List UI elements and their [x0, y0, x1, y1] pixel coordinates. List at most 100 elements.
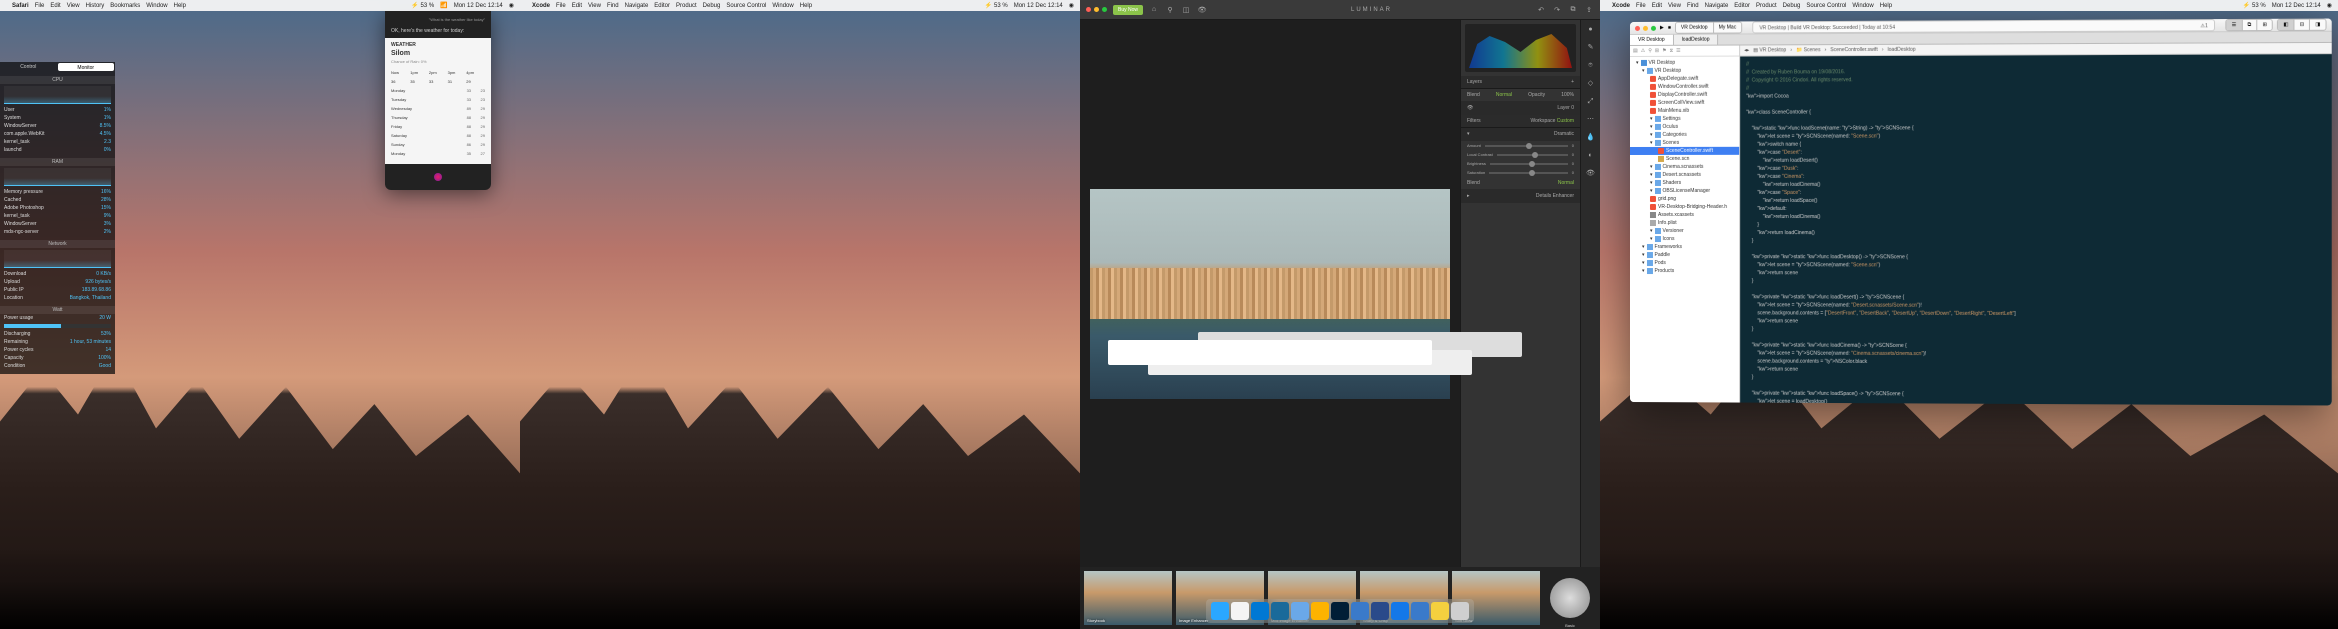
slider-Amount[interactable]: Amount0: [1461, 141, 1580, 150]
window-controls[interactable]: [1086, 7, 1107, 12]
tree-node[interactable]: Scene.scn: [1630, 155, 1739, 163]
blend-value[interactable]: Normal: [1496, 92, 1512, 98]
tree-node[interactable]: ▾ Icons: [1630, 235, 1739, 243]
menu-file[interactable]: File: [35, 3, 45, 9]
tool-spot[interactable]: ●: [1585, 24, 1597, 36]
slider-Local Contrast[interactable]: Local Contrast0: [1461, 150, 1580, 159]
tab-1[interactable]: loadDesktop: [1674, 35, 1719, 45]
siri-icon[interactable]: ◉: [509, 2, 514, 9]
tab-monitor[interactable]: Monitor: [58, 63, 115, 71]
share-icon[interactable]: ⇪: [1584, 5, 1594, 15]
dock-app-Mail[interactable]: [1411, 602, 1429, 620]
app-menu[interactable]: Xcode: [532, 3, 550, 9]
slider-Brightness[interactable]: Brightness0: [1461, 159, 1580, 168]
dock-app-Chrome[interactable]: [1231, 602, 1249, 620]
crop-icon[interactable]: ◫: [1181, 5, 1191, 15]
menu-help[interactable]: Help: [174, 3, 186, 9]
window-controls[interactable]: [1635, 25, 1656, 30]
menubar-safari[interactable]: Safari File Edit View History Bookmarks …: [0, 0, 520, 11]
app-menu[interactable]: Xcode: [1612, 3, 1630, 9]
menu-edit[interactable]: Edit: [50, 3, 60, 9]
tree-node[interactable]: ▾ Versioner: [1630, 227, 1739, 235]
tree-node[interactable]: Assets.xcassets: [1630, 211, 1739, 219]
menubar-xcode[interactable]: Xcode File Edit View Find Navigate Edito…: [1600, 0, 2338, 11]
app-menu[interactable]: Safari: [12, 3, 29, 9]
dock-app-VSCode[interactable]: [1251, 602, 1269, 620]
buy-now-button[interactable]: Buy Now: [1113, 5, 1143, 15]
dock-app-Luminar[interactable]: [1271, 602, 1289, 620]
dock-app-Finder[interactable]: [1211, 602, 1229, 620]
dock-app-Sketch[interactable]: [1311, 602, 1329, 620]
tool-mask[interactable]: ◐: [1585, 150, 1597, 162]
eye-icon[interactable]: 👁: [1197, 5, 1207, 15]
tool-eye[interactable]: 👁: [1585, 168, 1597, 180]
battery-status[interactable]: ⚡ 53 %: [985, 2, 1008, 9]
tree-node[interactable]: ▾ Desert.scnassets: [1630, 171, 1739, 179]
tool-brush[interactable]: ✎: [1585, 42, 1597, 54]
slider-Saturation[interactable]: Saturation0: [1461, 168, 1580, 177]
menubar-xcode-left[interactable]: Xcode File Edit View Find Navigate Edito…: [520, 0, 1080, 11]
scheme-picker[interactable]: VR DesktopMy Mac: [1675, 21, 1742, 33]
dock-app-Folder[interactable]: [1291, 602, 1309, 620]
home-icon[interactable]: ⌂: [1149, 5, 1159, 15]
filter-details[interactable]: ▸ Details Enhancer: [1461, 190, 1580, 203]
tree-node[interactable]: Info.plist: [1630, 219, 1739, 227]
tree-node[interactable]: ▾ Cinema.scnassets: [1630, 163, 1739, 171]
preset-category-basic[interactable]: Basic: [1550, 578, 1590, 618]
workspace-picker[interactable]: Workspace Custom: [1530, 118, 1574, 124]
panel-toggles[interactable]: ◧⊟◨: [2277, 19, 2326, 31]
clock[interactable]: Mon 12 Dec 12:14: [2272, 3, 2321, 9]
tool-text[interactable]: ⋯: [1585, 114, 1597, 126]
tree-node[interactable]: ▾ Products: [1630, 267, 1739, 275]
menu-window[interactable]: Window: [146, 3, 167, 9]
tree-node[interactable]: ▾ Frameworks: [1630, 243, 1739, 251]
tab-control[interactable]: Control: [0, 62, 57, 72]
code-editor[interactable]: ◂▸ ▤ VR Desktop› 📁 Scenes› SceneControll…: [1740, 43, 2332, 406]
tree-node[interactable]: grid.png: [1630, 195, 1739, 203]
tree-node[interactable]: ▾ Scenes: [1630, 139, 1739, 147]
tool-droplet[interactable]: 💧: [1585, 132, 1597, 144]
tree-node[interactable]: ▾ Categories: [1630, 131, 1739, 139]
dock-app-Notes[interactable]: [1431, 602, 1449, 620]
redo-icon[interactable]: ↷: [1552, 5, 1562, 15]
siri-icon[interactable]: ◉: [2327, 2, 2332, 9]
filter-dramatic[interactable]: ▾ Dramatic: [1461, 128, 1580, 141]
dock-app-Preview[interactable]: [1371, 602, 1389, 620]
dock-app-App[interactable]: [1351, 602, 1369, 620]
tree-node[interactable]: ▾ Paddle: [1630, 251, 1739, 259]
preset-thumb[interactable]: Storybook: [1084, 571, 1172, 625]
opacity-value[interactable]: 100%: [1561, 92, 1574, 98]
menu-view[interactable]: View: [67, 3, 80, 9]
siri-icon[interactable]: ◉: [1069, 2, 1074, 9]
tab-0[interactable]: VR Desktop: [1630, 35, 1674, 45]
tree-node[interactable]: ▾ Shaders: [1630, 179, 1739, 187]
wifi-icon[interactable]: 📶: [440, 2, 447, 9]
dock[interactable]: [1206, 599, 1474, 623]
tree-node[interactable]: ▾ Pods: [1630, 259, 1739, 267]
filter-blend-value[interactable]: Normal: [1558, 180, 1574, 186]
tree-node[interactable]: ▾ OBSLicenseManager: [1630, 187, 1739, 195]
menu-bookmarks[interactable]: Bookmarks: [110, 3, 140, 9]
project-navigator[interactable]: ▤⚠⚲⊞⚑⧖☰ ▾ VR Desktop▾ VR DesktopAppDeleg…: [1630, 46, 1740, 406]
canvas[interactable]: [1080, 20, 1460, 567]
battery-status[interactable]: ⚡ 53 %: [2243, 2, 2266, 9]
run-button[interactable]: ▶: [1660, 25, 1664, 31]
tree-node[interactable]: SceneController.swift: [1630, 147, 1739, 155]
layer-row[interactable]: 👁 Layer 0: [1461, 102, 1580, 115]
tool-erase[interactable]: ◇: [1585, 78, 1597, 90]
siri-mic[interactable]: [385, 164, 491, 190]
dock-app-Photoshop[interactable]: [1331, 602, 1349, 620]
dock-app-Xcode[interactable]: [1391, 602, 1409, 620]
clock[interactable]: Mon 12 Dec 12:14: [454, 3, 503, 9]
compare-icon[interactable]: ⧉: [1568, 5, 1578, 15]
undo-icon[interactable]: ↶: [1536, 5, 1546, 15]
battery-status[interactable]: ⚡ 53 %: [411, 2, 434, 9]
tree-node[interactable]: ▾ Settings: [1630, 115, 1739, 123]
add-layer-icon[interactable]: +: [1571, 79, 1574, 85]
tool-clone[interactable]: ⌾: [1585, 60, 1597, 72]
dock-app-Trash[interactable]: [1451, 602, 1469, 620]
menu-history[interactable]: History: [86, 3, 105, 9]
editor-mode[interactable]: ☰⧉⊞: [2225, 19, 2273, 31]
search-icon[interactable]: ⚲: [1165, 5, 1175, 15]
tree-node[interactable]: VR-Desktop-Bridging-Header.h: [1630, 203, 1739, 211]
